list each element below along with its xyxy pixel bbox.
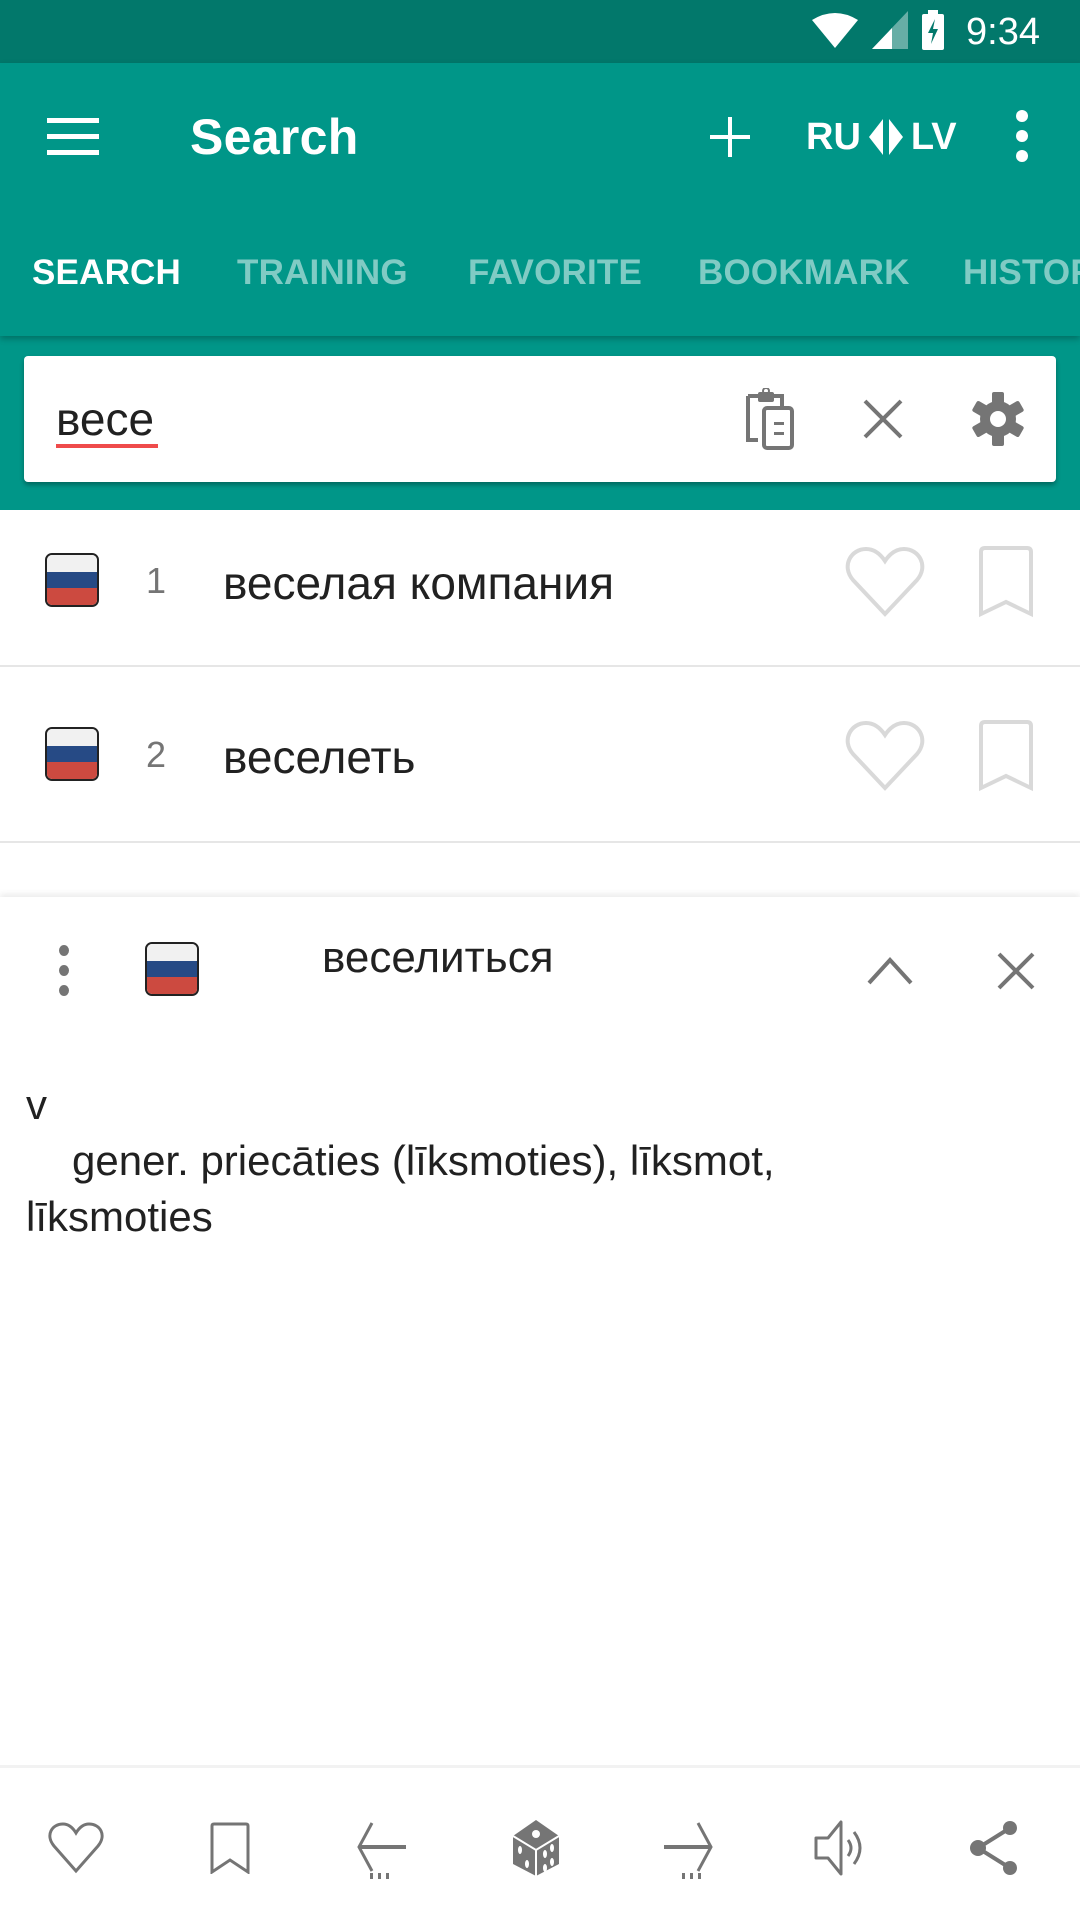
gear-icon xyxy=(972,392,1024,446)
random-word-button[interactable] xyxy=(496,1808,576,1888)
bookmark-outline-icon xyxy=(210,1822,250,1874)
close-panel-button[interactable] xyxy=(986,941,1046,1001)
more-vert-icon-dot xyxy=(1016,110,1028,122)
paste-clipboard-icon xyxy=(746,388,794,450)
panel-word: веселиться xyxy=(322,933,554,982)
tab-training[interactable]: TRAINING xyxy=(237,235,408,311)
previous-button[interactable] xyxy=(342,1808,422,1888)
battery-charging-icon xyxy=(922,9,945,55)
spellcheck-underline xyxy=(56,444,158,448)
russia-flag-icon xyxy=(145,942,199,996)
paste-button[interactable] xyxy=(734,384,804,454)
favorite-button[interactable] xyxy=(36,1808,116,1888)
next-button[interactable] xyxy=(648,1808,728,1888)
panel-header: веселиться xyxy=(0,897,1080,1047)
more-vert-icon-dot xyxy=(59,964,69,976)
arrow-left-icon xyxy=(357,1822,406,1879)
share-icon xyxy=(970,1821,1017,1875)
part-of-speech: v xyxy=(26,1081,47,1128)
add-button[interactable] xyxy=(700,107,760,167)
chevron-up-icon xyxy=(867,957,913,985)
tab-search[interactable]: SEARCH xyxy=(32,235,181,311)
russia-flag-icon xyxy=(45,727,99,781)
clear-search-button[interactable] xyxy=(848,384,918,454)
arrow-right-icon xyxy=(664,1822,713,1879)
bookmark-toggle[interactable] xyxy=(972,718,1040,794)
dice-icon xyxy=(512,1820,560,1876)
tab-bookmark[interactable]: BOOKMARK xyxy=(698,235,910,311)
status-time: 9:34 xyxy=(966,10,1040,53)
list-item-partial xyxy=(0,843,1080,903)
search-box xyxy=(24,356,1056,482)
favorite-toggle[interactable] xyxy=(842,544,928,620)
status-icons: 9:34 xyxy=(812,8,1040,56)
definition-continuation: līksmoties xyxy=(26,1193,213,1240)
russia-flag-icon xyxy=(45,553,99,607)
definition-line: gener. priecāties (līksmoties), līksmot, xyxy=(72,1137,775,1184)
bookmark-button[interactable] xyxy=(190,1808,270,1888)
heart-outline-icon xyxy=(845,720,925,791)
result-number: 1 xyxy=(146,560,167,601)
language-switch-button[interactable]: RU LV xyxy=(806,107,957,167)
heart-outline-icon xyxy=(845,546,925,617)
more-vert-icon-dot xyxy=(59,984,69,996)
language-to: LV xyxy=(910,115,957,158)
close-icon xyxy=(863,399,903,439)
more-options-button[interactable] xyxy=(1000,103,1044,169)
collapse-button[interactable] xyxy=(860,941,920,1001)
list-item[interactable]: 2 веселеть xyxy=(0,667,1080,843)
list-item[interactable]: 1 веселая компания xyxy=(0,510,1080,667)
menu-button[interactable] xyxy=(40,107,106,167)
search-area xyxy=(0,336,1080,510)
settings-button[interactable] xyxy=(963,384,1033,454)
swap-arrows-icon xyxy=(868,119,903,155)
wifi-icon xyxy=(812,12,859,53)
tab-favorite[interactable]: FAVORITE xyxy=(468,235,642,311)
close-icon xyxy=(997,952,1035,990)
plus-icon xyxy=(710,117,750,157)
more-vert-icon-dot xyxy=(1016,150,1028,162)
result-number: 2 xyxy=(146,734,167,775)
heart-outline-icon xyxy=(48,1822,104,1874)
language-from: RU xyxy=(806,115,861,158)
bookmark-toggle[interactable] xyxy=(972,544,1040,620)
bookmark-outline-icon xyxy=(979,720,1033,792)
status-bar: 9:34 xyxy=(0,0,1080,63)
page-title: Search xyxy=(190,109,359,165)
speak-button[interactable] xyxy=(802,1808,882,1888)
share-button[interactable] xyxy=(954,1808,1034,1888)
more-vert-icon-dot xyxy=(1016,130,1028,142)
result-text: веселая компания xyxy=(223,557,615,609)
bottom-action-bar xyxy=(0,1765,1080,1920)
bookmark-outline-icon xyxy=(979,546,1033,618)
app-toolbar: Search RU LV SEARCH TRAINING FAVORITE BO… xyxy=(0,63,1080,336)
tab-history[interactable]: HISTORY xyxy=(963,235,1080,311)
definition-text: v gener. priecāties (līksmoties), līksmo… xyxy=(26,1077,1046,1245)
results-list: 1 веселая компания 2 веселеть xyxy=(0,510,1080,903)
more-vert-icon-dot xyxy=(59,944,69,956)
cell-signal-icon xyxy=(872,10,909,54)
speaker-icon xyxy=(814,1820,862,1876)
hamburger-menu-icon xyxy=(47,118,99,155)
tab-bar: SEARCH TRAINING FAVORITE BOOKMARK HISTOR… xyxy=(0,235,1080,311)
panel-more-button[interactable] xyxy=(44,935,84,1005)
result-text: веселеть xyxy=(223,731,416,783)
favorite-toggle[interactable] xyxy=(842,718,928,794)
